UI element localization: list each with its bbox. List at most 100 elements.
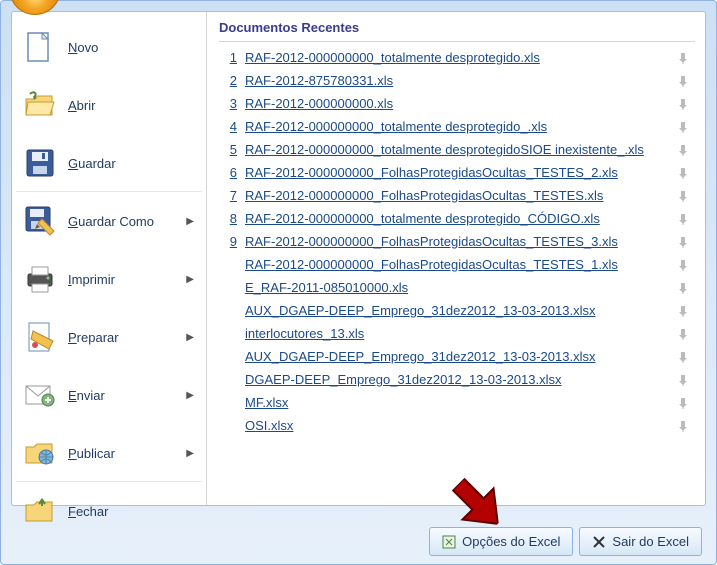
recent-document-item[interactable]: 8RAF-2012-000000000_totalmente desproteg…	[219, 207, 695, 230]
pin-icon[interactable]	[677, 351, 693, 363]
pin-icon[interactable]	[677, 121, 693, 133]
recent-filename: RAF-2012-000000000_totalmente desprotegi…	[245, 50, 671, 65]
pin-icon[interactable]	[677, 144, 693, 156]
exit-excel-button[interactable]: Sair do Excel	[579, 527, 702, 556]
pin-icon[interactable]	[677, 420, 693, 432]
menu-label: Abrir	[68, 98, 194, 113]
recent-filename: interlocutores_13.xls	[245, 326, 671, 341]
new-doc-menu-item[interactable]: Novo	[16, 18, 202, 76]
prepare-icon	[24, 321, 56, 353]
close-folder-menu-item[interactable]: Fechar	[16, 482, 202, 540]
recent-index: 6	[221, 165, 237, 180]
pin-icon[interactable]	[677, 236, 693, 248]
menu-label: Fechar	[68, 504, 194, 519]
recent-index: 8	[221, 211, 237, 226]
publish-menu-item[interactable]: Publicar ▶	[16, 424, 202, 482]
recent-filename: RAF-2012-875780331.xls	[245, 73, 671, 88]
chevron-right-icon: ▶	[186, 448, 194, 459]
menu-label: Publicar	[68, 446, 182, 461]
pin-icon[interactable]	[677, 397, 693, 409]
recent-document-item[interactable]: 6RAF-2012-000000000_FolhasProtegidasOcul…	[219, 161, 695, 184]
recent-document-item[interactable]: 5 RAF-2012-000000000_totalmente desproteg…	[219, 138, 695, 161]
recent-filename: MF.xlsx	[245, 395, 671, 410]
recent-document-item[interactable]: 3 RAF-2012-000000000.xls	[219, 92, 695, 115]
print-icon	[24, 263, 56, 295]
recent-document-item[interactable]: 4 RAF-2012-000000000_totalmente desproteg…	[219, 115, 695, 138]
recent-document-item[interactable]: AUX_DGAEP-DEEP_Emprego_31dez2012_13-03-2…	[219, 345, 695, 368]
chevron-right-icon: ▶	[186, 216, 194, 227]
recent-documents-title: Documentos Recentes	[219, 20, 695, 42]
recent-index: 4	[221, 119, 237, 134]
recent-index: 7	[221, 188, 237, 203]
pin-icon[interactable]	[677, 374, 693, 386]
publish-icon	[24, 437, 56, 469]
recent-document-item[interactable]: 2 RAF-2012-875780331.xls	[219, 69, 695, 92]
recent-document-item[interactable]: MF.xlsx	[219, 391, 695, 414]
pin-icon[interactable]	[677, 259, 693, 271]
recent-filename: RAF-2012-000000000.xls	[245, 96, 671, 111]
excel-options-button[interactable]: Opções do Excel	[429, 527, 573, 556]
recent-filename: RAF-2012-000000000_totalmente desprotegi…	[245, 142, 671, 157]
open-folder-icon	[24, 89, 56, 121]
left-pane: NovoAbrirGuardarGuardar Como▶Imprimir▶Pr…	[12, 12, 207, 505]
pin-icon[interactable]	[677, 305, 693, 317]
open-folder-menu-item[interactable]: Abrir	[16, 76, 202, 134]
recent-document-item[interactable]: 1 RAF-2012-000000000_totalmente desproteg…	[219, 46, 695, 69]
recent-document-item[interactable]: 9RAF-2012-000000000_FolhasProtegidasOcul…	[219, 230, 695, 253]
chevron-right-icon: ▶	[186, 274, 194, 285]
bottom-bar: Opções do Excel Sair do Excel	[429, 527, 702, 556]
menu-label: Novo	[68, 40, 194, 55]
chevron-right-icon: ▶	[186, 332, 194, 343]
recent-filename: RAF-2012-000000000_totalmente desprotegi…	[245, 119, 671, 134]
recent-filename: RAF-2012-000000000_FolhasProtegidasOcult…	[245, 257, 671, 272]
recent-filename: OSI.xlsx	[245, 418, 671, 433]
pin-icon[interactable]	[677, 190, 693, 202]
pin-icon[interactable]	[677, 328, 693, 340]
recent-documents-pane: Documentos Recentes 1 RAF-2012-000000000_…	[207, 12, 705, 505]
save-as-icon	[24, 205, 56, 237]
close-icon	[592, 535, 606, 549]
recent-document-item[interactable]: E_RAF-2011-085010000.xls	[219, 276, 695, 299]
recent-index: 3	[221, 96, 237, 111]
menu-label: Guardar	[68, 156, 194, 171]
recent-document-item[interactable]: DGAEP-DEEP_Emprego_31dez2012_13-03-2013.…	[219, 368, 695, 391]
recent-filename: AUX_DGAEP-DEEP_Emprego_31dez2012_13-03-2…	[245, 303, 671, 318]
recent-document-item[interactable]: RAF-2012-000000000_FolhasProtegidasOcult…	[219, 253, 695, 276]
recent-index: 9	[221, 234, 237, 249]
print-menu-item[interactable]: Imprimir ▶	[16, 250, 202, 308]
recent-index: 1	[221, 50, 237, 65]
recent-filename: RAF-2012-000000000_FolhasProtegidasOcult…	[245, 188, 671, 203]
recent-filename: AUX_DGAEP-DEEP_Emprego_31dez2012_13-03-2…	[245, 349, 671, 364]
save-icon	[24, 147, 56, 179]
recent-document-item[interactable]: 7 RAF-2012-000000000_FolhasProtegidasOcul…	[219, 184, 695, 207]
exit-excel-label: Sair do Excel	[612, 534, 689, 549]
excel-options-label: Opções do Excel	[462, 534, 560, 549]
menu-label: Preparar	[68, 330, 182, 345]
save-as-menu-item[interactable]: Guardar Como ▶	[16, 192, 202, 250]
recent-document-item[interactable]: interlocutores_13.xls	[219, 322, 695, 345]
save-menu-item[interactable]: Guardar	[16, 134, 202, 192]
pin-icon[interactable]	[677, 52, 693, 64]
pin-icon[interactable]	[677, 167, 693, 179]
office-menu: NovoAbrirGuardarGuardar Como▶Imprimir▶Pr…	[0, 0, 717, 565]
recent-filename: E_RAF-2011-085010000.xls	[245, 280, 671, 295]
recent-filename: DGAEP-DEEP_Emprego_31dez2012_13-03-2013.…	[245, 372, 671, 387]
close-folder-icon	[24, 495, 56, 527]
menu-label: Guardar Como	[68, 214, 182, 229]
send-menu-item[interactable]: Enviar▶	[16, 366, 202, 424]
recent-document-item[interactable]: OSI.xlsx	[219, 414, 695, 437]
menu-label: Imprimir	[68, 272, 182, 287]
chevron-right-icon: ▶	[186, 390, 194, 401]
new-doc-icon	[24, 31, 56, 63]
pin-icon[interactable]	[677, 282, 693, 294]
pin-icon[interactable]	[677, 213, 693, 225]
recent-index: 2	[221, 73, 237, 88]
recent-index: 5	[221, 142, 237, 157]
recent-document-item[interactable]: AUX_DGAEP-DEEP_Emprego_31dez2012_13-03-2…	[219, 299, 695, 322]
send-icon	[24, 379, 56, 411]
options-icon	[442, 535, 456, 549]
prepare-menu-item[interactable]: Preparar ▶	[16, 308, 202, 366]
pin-icon[interactable]	[677, 75, 693, 87]
pin-icon[interactable]	[677, 98, 693, 110]
menu-body: NovoAbrirGuardarGuardar Como▶Imprimir▶Pr…	[11, 11, 706, 506]
